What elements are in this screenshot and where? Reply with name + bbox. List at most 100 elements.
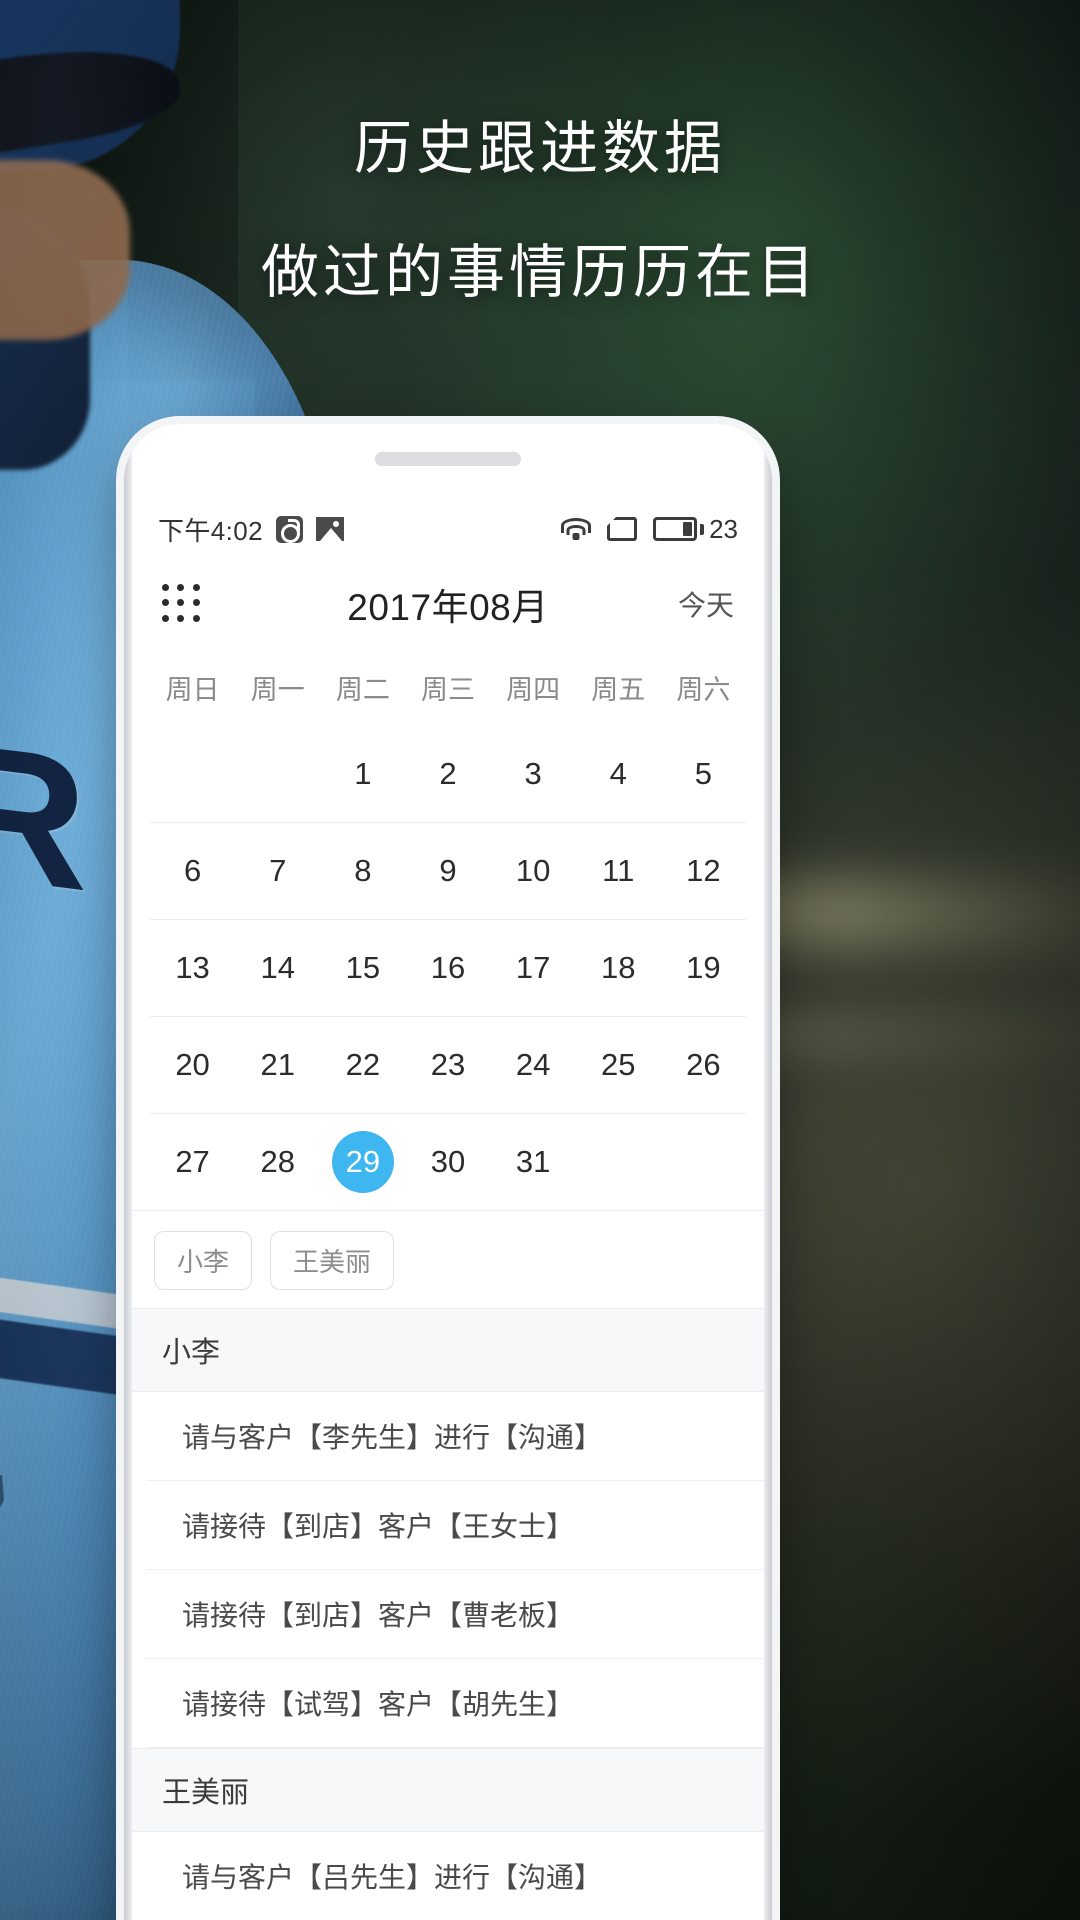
calendar-day-24[interactable]: 24 (491, 1034, 576, 1096)
calendar-week-row: 13 14 15 16 17 18 19 (150, 919, 746, 1016)
calendar-cell-empty (661, 1131, 746, 1193)
calendar-day-31[interactable]: 31 (491, 1131, 576, 1193)
calendar-day-25[interactable]: 25 (576, 1034, 661, 1096)
calendar-day-label: 8 (354, 853, 372, 888)
grid-dot (177, 614, 185, 622)
calendar-day-label: 25 (601, 1047, 636, 1082)
grid-dot (162, 614, 169, 622)
calendar-day-29[interactable]: 29 (320, 1131, 405, 1193)
calendar-day-19[interactable]: 19 (661, 937, 746, 999)
calendar-day-7[interactable]: 7 (235, 840, 320, 902)
calendar-day-28[interactable]: 28 (235, 1131, 320, 1193)
list-item[interactable]: 请接待【试驾】客户【胡先生】 (146, 1659, 764, 1748)
calendar-cell-empty (235, 743, 320, 805)
promo-headline-secondary: 做过的事情历历在目 (260, 240, 819, 305)
grid-dot (162, 584, 169, 591)
calendar-day-10[interactable]: 10 (491, 840, 576, 902)
calendar-day-6[interactable]: 6 (150, 840, 235, 902)
calendar-day-label: 1 (354, 755, 372, 791)
calendar-day-22[interactable]: 22 (320, 1034, 405, 1096)
grid-dots-icon[interactable] (162, 584, 202, 624)
calendar-day-20[interactable]: 20 (150, 1034, 235, 1096)
battery-percent: 23 (709, 513, 738, 544)
weekday-label-2: 周二 (335, 675, 390, 705)
list-item[interactable]: 请与客户【李先生】进行【沟通】 (146, 1392, 764, 1481)
calendar-day-8[interactable]: 8 (320, 840, 405, 902)
calendar-day-12[interactable]: 12 (661, 840, 746, 902)
calendar-day-26[interactable]: 26 (661, 1034, 746, 1096)
calendar-day-14[interactable]: 14 (235, 937, 320, 999)
calendar-day-23[interactable]: 23 (405, 1034, 490, 1096)
today-button[interactable]: 今天 (678, 584, 734, 624)
calendar-day-label: 28 (260, 1144, 295, 1179)
calendar-day-label: 23 (430, 1047, 466, 1082)
phone-screen: 下午4:02 23 2017年08月 今天 周日 周一 周二 周三 周四 周五 … (132, 496, 764, 1920)
calendar-day-label: 26 (686, 1047, 721, 1082)
filter-chip-1[interactable]: 王美丽 (270, 1231, 395, 1290)
calendar-day-label: 21 (260, 1047, 295, 1082)
battery-indicator: 23 (653, 514, 738, 545)
status-bar-time: 下午4:02 (158, 515, 264, 546)
battery-icon (653, 517, 698, 541)
calendar-day-15[interactable]: 15 (320, 937, 405, 999)
weekday-label-4: 周四 (506, 675, 561, 705)
calendar-day-17[interactable]: 17 (491, 937, 576, 999)
battery-fill (683, 522, 693, 536)
calendar-day-label: 13 (175, 950, 210, 985)
phone-bezel-right (764, 424, 772, 1920)
list-item[interactable]: 请接待【到店】客户【王女士】 (146, 1481, 764, 1570)
calendar-day-18[interactable]: 18 (576, 937, 661, 999)
calendar-day-label: 14 (260, 950, 295, 985)
list-item[interactable]: 请接待【到店】客户【曹老板】 (146, 1570, 764, 1659)
calendar-day-label: 15 (345, 950, 381, 985)
battery-cap (700, 523, 705, 535)
calendar-day-label: 17 (515, 950, 551, 985)
calendar-day-label: 30 (430, 1144, 466, 1179)
calendar-day-label (672, 1131, 734, 1193)
calendar-day-label (162, 743, 224, 805)
app-header: 2017年08月 今天 (132, 562, 764, 646)
status-bar-right: 23 (561, 514, 738, 545)
calendar-day-label: 9 (439, 853, 457, 888)
calendar-day-2[interactable]: 2 (405, 743, 490, 805)
calendar-day-label: 19 (686, 950, 721, 985)
phone-mockup: 下午4:02 23 2017年08月 今天 周日 周一 周二 周三 周四 周五 … (124, 424, 772, 1920)
calendar-day-1[interactable]: 1 (320, 743, 405, 805)
calendar-day-11[interactable]: 11 (576, 840, 661, 902)
calendar-day-5[interactable]: 5 (661, 743, 746, 805)
calendar-day-label: 16 (430, 950, 466, 985)
calendar-day-label (587, 1131, 649, 1193)
calendar-cell-empty (150, 743, 235, 805)
weekday-label-1: 周一 (250, 675, 305, 705)
calendar-day-label: 10 (515, 853, 551, 888)
phone-bezel-left (124, 424, 132, 1920)
status-bar: 下午4:02 23 (132, 496, 764, 562)
calendar-day-3[interactable]: 3 (491, 743, 576, 805)
grid-dot (192, 614, 200, 622)
weekday-label-5: 周五 (591, 675, 646, 705)
calendar-day-label: 7 (269, 853, 287, 888)
calendar-day-label: 4 (609, 755, 627, 791)
calendar-day-4[interactable]: 4 (576, 743, 661, 805)
calendar-day-13[interactable]: 13 (150, 937, 235, 999)
promo-headlines: 历史跟进数据 做过的事情历历在目 (0, 120, 1080, 302)
calendar-day-27[interactable]: 27 (150, 1131, 235, 1193)
grid-dot (177, 584, 185, 591)
calendar-day-16[interactable]: 16 (405, 937, 490, 999)
calendar-day-label: 27 (175, 1144, 210, 1179)
page-title: 2017年08月 (347, 587, 549, 628)
calendar-day-21[interactable]: 21 (235, 1034, 320, 1096)
calendar-week-row: 1 2 3 4 5 (150, 725, 746, 822)
calendar-day-label: 5 (694, 755, 713, 791)
task-list: 小李 请与客户【李先生】进行【沟通】 请接待【到店】客户【王女士】 请接待【到店】客户… (132, 1308, 764, 1920)
weekday-label-3: 周三 (420, 675, 475, 705)
filter-chip-0[interactable]: 小李 (154, 1231, 253, 1290)
list-item[interactable]: 请与客户【吕先生】进行【沟通】 (146, 1832, 764, 1920)
calendar-week-row: 6 7 8 9 10 11 12 (150, 822, 746, 919)
calendar-day-30[interactable]: 30 (405, 1131, 490, 1193)
weekday-label-6: 周六 (676, 675, 731, 705)
promo-headline-primary: 历史跟进数据 (353, 116, 726, 181)
calendar-weekday-header: 周日 周一 周二 周三 周四 周五 周六 (132, 646, 764, 725)
calendar-day-label: 31 (515, 1144, 551, 1179)
calendar-day-9[interactable]: 9 (405, 840, 490, 902)
